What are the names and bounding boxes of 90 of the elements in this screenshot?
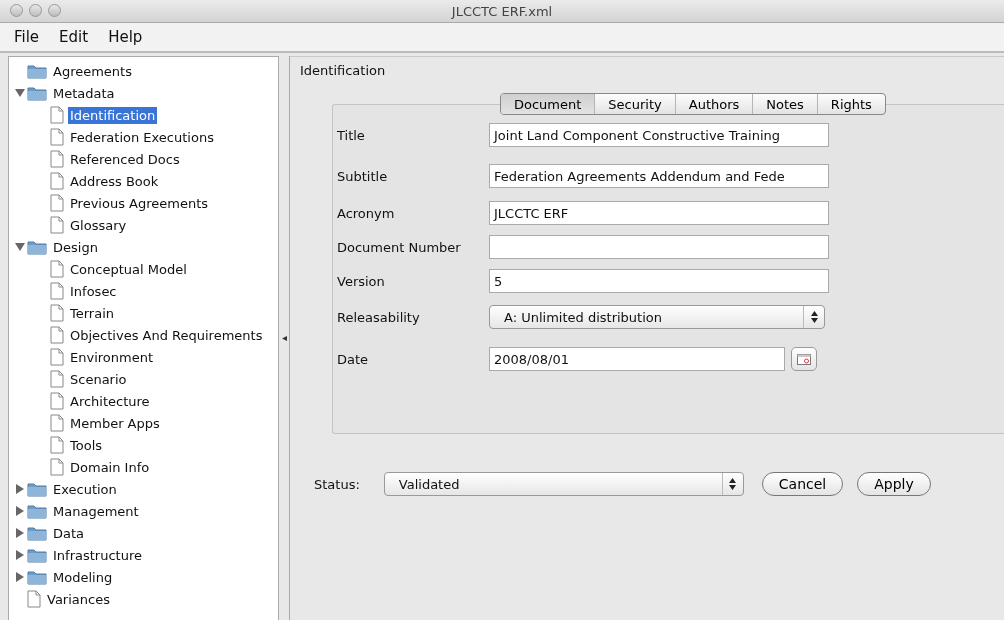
collapsed-triangle-icon[interactable] [15,528,25,538]
tree-item[interactable]: Agreements [51,62,134,80]
folder-icon [27,481,47,497]
field-label: Subtitle [337,168,389,184]
document-icon [50,128,64,146]
tab[interactable]: Authors [674,94,753,114]
tree-item[interactable]: Infosec [68,282,119,300]
tree-item[interactable]: Management [51,502,141,520]
document-icon [50,370,64,388]
folder-icon [27,547,47,563]
status-label: Status: [314,476,360,492]
tree-item[interactable]: Design [51,238,100,256]
collapse-arrow-icon[interactable] [281,335,287,341]
text-field[interactable]: JLCCTC ERF [489,201,829,225]
dropdown[interactable]: A: Unlimited distribution [489,305,825,329]
menu-item[interactable]: File [14,28,40,46]
tree-item[interactable]: Objectives And Requirements [68,326,265,344]
document-icon [50,216,64,234]
tree-item[interactable]: Terrain [68,304,116,322]
expanded-triangle-icon[interactable] [15,88,25,98]
document-icon [50,348,64,366]
tab[interactable]: Rights [816,94,885,114]
menu-item[interactable]: Help [108,28,143,46]
field-label: Releasability [337,309,421,325]
collapsed-triangle-icon[interactable] [15,572,25,582]
document-icon [27,590,41,608]
document-icon [50,106,64,124]
stepper-arrows-icon [810,311,818,323]
tree-item[interactable]: Federation Executions [68,128,216,146]
folder-icon [27,569,47,585]
folder-icon [27,239,47,255]
tree-item[interactable]: Identification [68,106,158,124]
document-icon [50,304,64,322]
tab[interactable]: Security [594,94,675,114]
document-icon [50,326,64,344]
document-icon [50,194,64,212]
folder-icon [27,503,47,519]
tree-item[interactable]: Glossary [68,216,129,234]
tree-item[interactable]: Infrastructure [51,546,144,564]
tree-item[interactable]: Architecture [68,392,152,410]
tab[interactable]: Notes [752,94,817,114]
tab[interactable]: Document [501,94,595,114]
document-icon [50,150,64,168]
panel-heading: Identification [300,63,386,78]
field-label: Acronym [337,205,396,221]
tree-item[interactable]: Referenced Docs [68,150,182,168]
document-icon [50,392,64,410]
tree-item[interactable]: Data [51,524,87,542]
status-dropdown[interactable]: Validated [383,472,744,496]
collapsed-triangle-icon[interactable] [15,506,25,516]
document-icon [50,172,64,190]
field-label: Version [337,273,386,289]
tree-item[interactable]: Variances [45,590,112,608]
text-field[interactable] [489,235,829,259]
field-label: Title [337,127,366,143]
folder-icon [27,63,47,79]
document-icon [50,414,64,432]
tree-item[interactable]: Execution [51,480,119,498]
calendar-button[interactable] [791,347,817,371]
document-icon [50,282,64,300]
field-label: Date [337,351,370,367]
window-title: JLCCTC ERF.xml [451,3,553,19]
tree-item[interactable]: Domain Info [68,458,152,476]
text-field[interactable]: 5 [489,269,829,293]
tree-item[interactable]: Tools [68,436,105,454]
stepper-arrows-icon [729,478,737,490]
folder-icon [27,525,47,541]
menu-item[interactable]: Edit [59,28,89,46]
tree-item[interactable]: Metadata [51,84,117,102]
tree-item[interactable]: Environment [68,348,155,366]
apply-button[interactable]: Apply [857,472,931,496]
text-field[interactable]: Federation Agreements Addendum and Fede [489,164,829,188]
document-icon [50,260,64,278]
collapsed-triangle-icon[interactable] [15,484,25,494]
document-icon [50,436,64,454]
tree-item[interactable]: Address Book [68,172,161,190]
tree-item[interactable]: Conceptual Model [68,260,189,278]
cancel-button[interactable]: Cancel [761,472,844,496]
text-field[interactable]: Joint Land Component Constructive Training [489,123,829,147]
date-field[interactable]: 2008/08/01 [489,347,785,371]
tree-item[interactable]: Member Apps [68,414,162,432]
field-label: Document Number [337,239,462,255]
collapsed-triangle-icon[interactable] [15,550,25,560]
document-icon [50,458,64,476]
tree-item[interactable]: Previous Agreements [68,194,211,212]
expanded-triangle-icon[interactable] [15,242,25,252]
tree-item[interactable]: Scenario [68,370,129,388]
tree-item[interactable]: Modeling [51,568,115,586]
folder-icon [27,85,47,101]
calendar-icon [797,353,811,365]
